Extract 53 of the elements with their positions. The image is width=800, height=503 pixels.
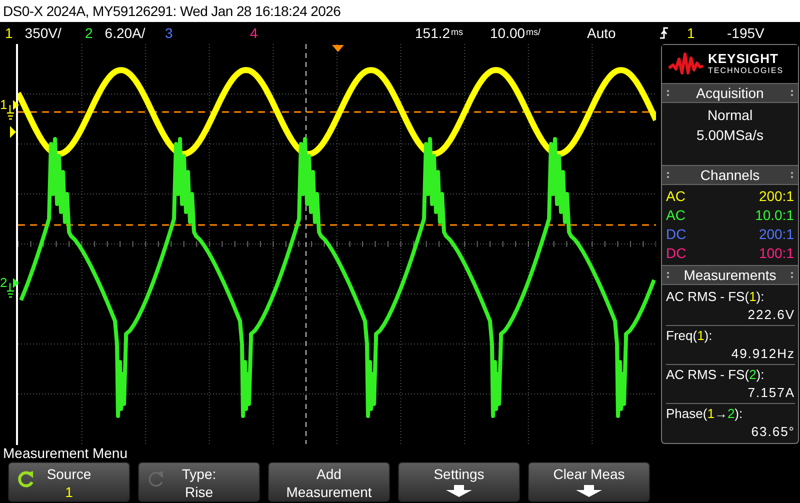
- measurement-label: Freq(1):: [666, 327, 714, 345]
- channel-number[interactable]: 1: [5, 24, 13, 40]
- delay-value[interactable]: 151.2$^{ms}$: [415, 24, 464, 40]
- rising-edge-icon[interactable]: [659, 26, 669, 40]
- section-title: Channels: [700, 167, 760, 183]
- sample-rate: 5.00MSa/s: [696, 126, 764, 145]
- channel-number[interactable]: 3: [165, 24, 173, 40]
- trigger-level-icon[interactable]: [10, 126, 16, 138]
- probe-ratio: 10.0:1: [755, 206, 794, 225]
- window-title: DS0-X 2024A, MY59126291: Wed Jan 28 16:18:24 2026: [0, 0, 800, 22]
- source-value: 1: [65, 483, 73, 501]
- trigger-position-icon[interactable]: [332, 45, 344, 52]
- measurement-label: AC RMS - FS(2):: [666, 366, 766, 384]
- down-arrow-icon: [576, 485, 602, 497]
- softkey-button[interactable]: Clear Meas: [528, 462, 650, 502]
- channel-coupling: AC: [666, 187, 686, 206]
- softkey-button[interactable]: Source 1: [8, 462, 130, 502]
- section-title: Measurements: [684, 267, 776, 283]
- probe-ratio: 200:1: [758, 187, 794, 206]
- trigger-level[interactable]: -195V: [727, 24, 764, 40]
- down-arrow-icon: [446, 485, 472, 497]
- measurement-label: AC RMS - FS(1):: [666, 288, 766, 306]
- channel-number[interactable]: 4: [250, 24, 258, 40]
- softkey-button[interactable]: Settings: [398, 462, 520, 502]
- measurement-label: Phase(1→2):: [666, 405, 744, 423]
- wave-logo-icon: [668, 51, 704, 77]
- timebase-value[interactable]: 10.00$^{ms/}$: [490, 24, 541, 40]
- channel-scale[interactable]: 350V/: [24, 24, 62, 40]
- channel-coupling: AC: [666, 206, 686, 225]
- channel-coupling: DC: [666, 244, 686, 263]
- channel-scale[interactable]: 6.20A/: [104, 24, 146, 40]
- menu-title: Measurement Menu: [2, 445, 129, 462]
- probe-ratio: 200:1: [758, 225, 794, 244]
- softkey-button[interactable]: Add Measurement: [268, 462, 390, 502]
- channel-label: 1: [0, 98, 8, 111]
- brand-tagline: TECHNOLOGIES: [708, 66, 784, 76]
- measurement-value: 7.157A: [746, 384, 795, 402]
- section-title: Acquisition: [696, 85, 764, 101]
- ground-marker-icon[interactable]: [7, 276, 20, 298]
- brand-name: KEYSIGHT: [708, 52, 780, 66]
- channel-coupling: DC: [666, 225, 686, 244]
- cursor-line[interactable]: [18, 224, 656, 226]
- measurement-value: 222.6V: [746, 306, 795, 324]
- channel-number[interactable]: 2: [85, 24, 93, 40]
- channel-label: 2: [0, 276, 8, 289]
- acquisition-mode: Normal: [706, 106, 754, 125]
- measurement-value: 49.912Hz: [730, 345, 795, 363]
- trigger-source[interactable]: 1: [687, 24, 695, 40]
- ground-marker-icon[interactable]: [7, 98, 20, 120]
- measurement-value: 63.65°: [750, 423, 795, 441]
- probe-ratio: 100:1: [758, 244, 794, 263]
- trigger-mode[interactable]: Auto: [587, 24, 616, 40]
- cursor-line[interactable]: [18, 111, 656, 113]
